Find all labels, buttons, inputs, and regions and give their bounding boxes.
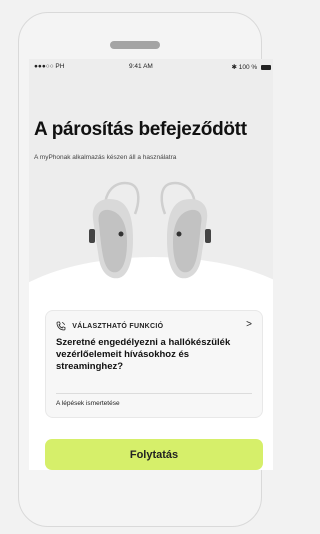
- card-divider: [56, 393, 252, 394]
- phone-speaker: [110, 41, 160, 49]
- continue-button[interactable]: Folytatás: [45, 439, 263, 470]
- battery-percent: 100 %: [238, 64, 258, 71]
- phone-call-icon: [56, 321, 66, 331]
- card-heading: VÁLASZTHATÓ FUNKCIÓ: [72, 322, 164, 330]
- steps-link[interactable]: A lépések ismertetése: [56, 400, 120, 407]
- carrier-signal: ●●●○○ PH: [34, 63, 65, 70]
- app-screen: ●●●○○ PH 9:41 AM ✱ 100 % A párosítás bef…: [29, 59, 273, 470]
- page-subtitle: A myPhonak alkalmazás készen áll a haszn…: [34, 154, 177, 161]
- right-hearing-aid-icon: [160, 181, 211, 279]
- status-time: 9:41 AM: [129, 63, 153, 70]
- page-title: A párosítás befejeződött: [34, 119, 247, 140]
- battery-icon: [261, 64, 271, 70]
- card-heading-row: VÁLASZTHATÓ FUNKCIÓ: [56, 321, 163, 331]
- card-question: Szeretné engedélyezni a hallókészülék ve…: [56, 337, 231, 372]
- bluetooth-icon: ✱: [231, 64, 237, 71]
- status-bar: ●●●○○ PH 9:41 AM ✱ 100 %: [29, 59, 271, 75]
- hearing-aids-illustration: [89, 181, 211, 279]
- optional-feature-card[interactable]: VÁLASZTHATÓ FUNKCIÓ > Szeretné engedélye…: [45, 310, 263, 418]
- battery-status: ✱ 100 %: [231, 63, 271, 71]
- chevron-right-icon[interactable]: >: [246, 319, 252, 330]
- left-hearing-aid-icon: [89, 181, 140, 279]
